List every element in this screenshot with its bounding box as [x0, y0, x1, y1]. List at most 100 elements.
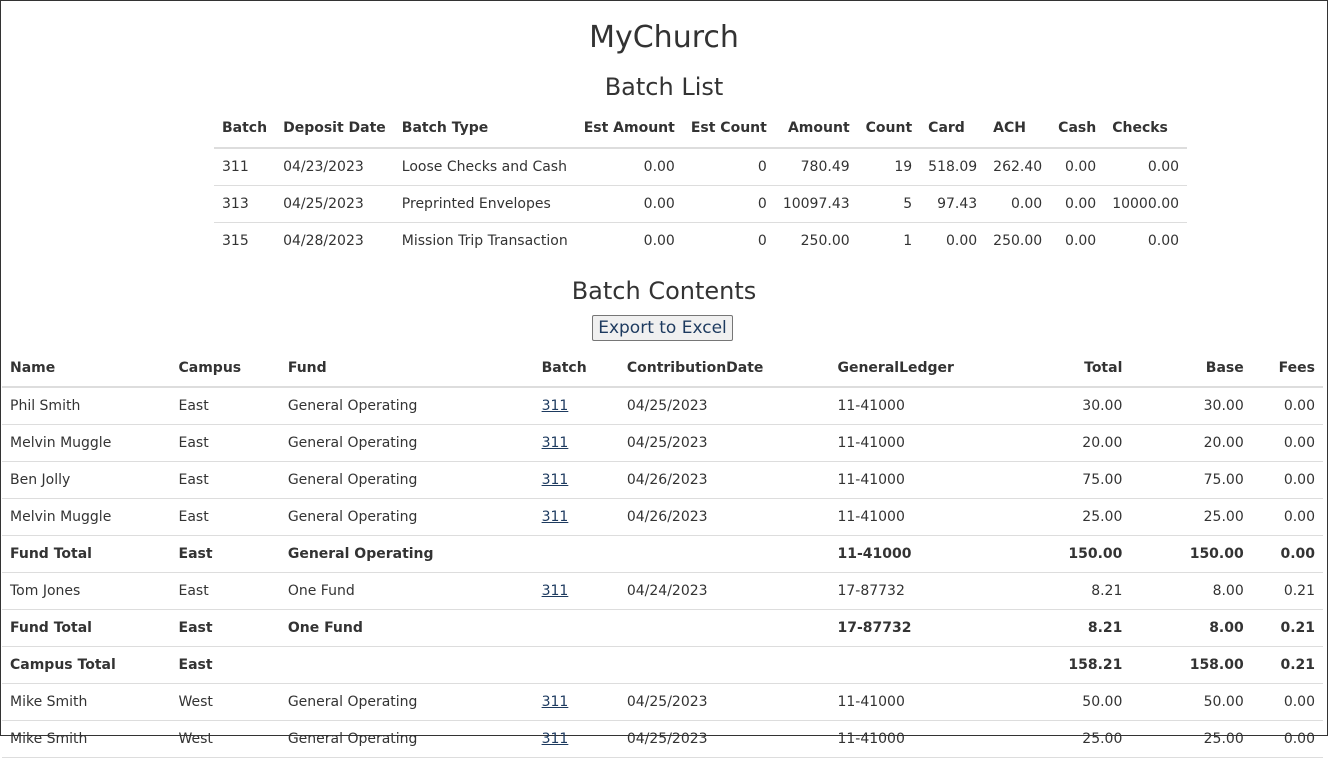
cell-ledger: 11-41000	[829, 461, 996, 499]
cell-base: 150.00	[1130, 535, 1252, 573]
cell-deposit-date: 04/23/2023	[275, 148, 394, 186]
cell-campus: East	[170, 609, 280, 647]
cell-name: Campus Total	[2, 646, 171, 684]
cell-name: Fund Total	[2, 535, 171, 573]
cell-fund: General Operating	[279, 535, 534, 573]
cell-total: 8.21	[995, 609, 1131, 647]
cell-fees: 0.00	[1251, 424, 1323, 462]
cell-batch: 311	[533, 572, 619, 610]
cell-total: 8.21	[995, 572, 1131, 610]
batch-link[interactable]: 311	[542, 435, 569, 451]
cell-campus: East	[170, 387, 280, 425]
cell-checks: 0.00	[1104, 148, 1188, 186]
batch-link[interactable]: 311	[542, 509, 569, 525]
cell-campus: West	[170, 683, 280, 721]
cell-batch: 311	[533, 720, 619, 758]
cell-total: 25.00	[995, 720, 1131, 758]
cell-total: 50.00	[995, 683, 1131, 721]
cell-name: Mike Smith	[2, 720, 171, 758]
table-row: Melvin Muggle East General Operating 311 04/…	[2, 424, 1323, 462]
cell-batch	[533, 646, 619, 684]
cell-total: 30.00	[995, 387, 1131, 425]
cell-name: Mike Smith	[2, 683, 171, 721]
cell-date: 04/24/2023	[618, 572, 830, 610]
batch-link[interactable]: 311	[542, 731, 569, 747]
cell-name: Ben Jolly	[2, 461, 171, 499]
cell-est-amount: 0.00	[575, 185, 683, 223]
cell-ach: 250.00	[993, 233, 1043, 249]
cell-card: 0.00	[946, 233, 978, 249]
batch-link[interactable]: 311	[542, 694, 569, 710]
table-row: Tom Jones East One Fund 311 04/24/2023 17-877…	[2, 572, 1323, 610]
cell-checks: 0.00	[1147, 233, 1180, 249]
cell-date	[618, 609, 830, 647]
cell-batch: 311	[214, 148, 276, 186]
cell-batch-type: Loose Checks and Cash	[393, 148, 576, 186]
cell-ledger: 11-41000	[829, 535, 996, 573]
cell-card: 518.09	[920, 148, 986, 186]
subtotal-row: Campus Total East 158.21 158.00 0.21	[2, 646, 1323, 684]
batch-link[interactable]: 311	[542, 472, 569, 488]
col-contribution-date: ContributionDate	[618, 350, 830, 388]
batch-link[interactable]: 311	[542, 583, 569, 599]
cell-batch: 311	[533, 683, 619, 721]
cell-total: 158.21	[995, 646, 1131, 684]
cell-campus: East	[170, 646, 280, 684]
page-title: MyChurch	[589, 20, 739, 55]
table-row: Melvin Muggle East General Operating 311 04/…	[2, 498, 1323, 536]
cell-deposit-date: 04/25/2023	[275, 185, 394, 223]
col-total: Total	[995, 350, 1131, 388]
cell-ledger: 11-41000	[829, 683, 996, 721]
cell-date: 04/25/2023	[618, 387, 830, 425]
col-campus: Campus	[170, 350, 280, 388]
cell-cash: 0.00	[1050, 148, 1105, 186]
cell-name: Melvin Muggle	[2, 498, 171, 536]
cell-fund	[279, 646, 534, 684]
cell-fund: One Fund	[279, 572, 534, 610]
batch-contents-table: Name Campus Fund Batch ContributionDate …	[2, 350, 1323, 758]
subtotal-row: Fund Total East One Fund 17-87732 8.21 8.00 0.…	[2, 609, 1323, 647]
cell-amount: 10097.43	[774, 185, 858, 223]
batch-list-header-row: Batch Deposit Date Batch Type Est Amount…	[214, 109, 1188, 149]
cell-date	[618, 646, 830, 684]
col-batch-type: Batch Type	[393, 109, 576, 149]
col-cash: Cash	[1050, 109, 1105, 149]
cell-batch: 315	[222, 233, 249, 249]
cell-est-count: 0	[682, 185, 775, 223]
cell-date: 04/26/2023	[618, 461, 830, 499]
cell-batch: 311	[533, 498, 619, 536]
col-est-amount: Est Amount	[575, 109, 683, 149]
cell-batch	[533, 609, 619, 647]
batch-link[interactable]: 311	[542, 398, 569, 414]
cell-base: 8.00	[1130, 572, 1252, 610]
cell-campus: East	[170, 572, 280, 610]
cell-batch: 311	[533, 424, 619, 462]
cell-ledger: 11-41000	[829, 720, 996, 758]
table-row: Mike Smith West General Operating 311 04/25/…	[2, 683, 1323, 721]
batch-list-title: Batch List	[604, 73, 724, 101]
cell-fund: General Operating	[279, 498, 534, 536]
col-batch: Batch	[533, 350, 619, 388]
cell-fees: 0.21	[1251, 646, 1323, 684]
export-to-excel-button[interactable]: Export to Excel	[592, 315, 733, 341]
cell-fund: General Operating	[279, 387, 534, 425]
cell-fees: 0.00	[1251, 461, 1323, 499]
cell-name: Tom Jones	[2, 572, 171, 610]
col-general-ledger: GeneralLedger	[829, 350, 996, 388]
cell-total: 25.00	[995, 498, 1131, 536]
cell-campus: East	[170, 461, 280, 499]
cell-deposit-date: 04/28/2023	[283, 233, 364, 249]
cell-total: 150.00	[995, 535, 1131, 573]
cell-card: 97.43	[920, 185, 986, 223]
cell-ledger: 11-41000	[829, 387, 996, 425]
col-count: Count	[857, 109, 921, 149]
cell-count: 5	[857, 185, 921, 223]
cell-ach: 0.00	[985, 185, 1051, 223]
cell-amount: 250.00	[800, 233, 850, 249]
cell-ledger: 17-87732	[829, 572, 996, 610]
cell-base: 20.00	[1130, 424, 1252, 462]
cell-total: 75.00	[995, 461, 1131, 499]
batch-list-row: 311 04/23/2023 Loose Checks and Cash 0.00 0 7…	[214, 148, 1188, 186]
col-ach: ACH	[985, 109, 1051, 149]
cell-ledger	[829, 646, 996, 684]
